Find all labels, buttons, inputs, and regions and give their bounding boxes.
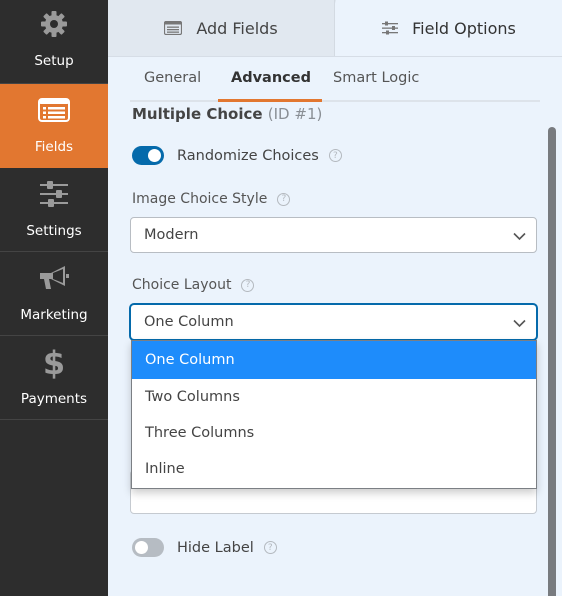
fields-list-icon [0, 94, 108, 126]
field-title: Multiple Choice (ID #1) [132, 105, 322, 123]
dropdown-option-inline[interactable]: Inline [132, 451, 536, 487]
sliders-icon [0, 178, 108, 210]
sidebar-item-label: Setup [34, 53, 74, 69]
list-icon [164, 21, 183, 35]
chevron-down-icon [513, 316, 526, 332]
panel-tabs: Add Fields Field Options [108, 0, 562, 57]
toggle-knob [135, 541, 148, 554]
image-choice-style-label: Image Choice Style [132, 191, 268, 207]
tab-label: Field Options [412, 18, 516, 38]
help-icon[interactable]: ? [277, 192, 291, 206]
gear-icon [0, 8, 108, 40]
tab-label: Add Fields [196, 18, 278, 38]
tab-smart-logic[interactable]: Smart Logic [333, 70, 419, 86]
help-icon[interactable]: ? [328, 149, 342, 162]
field-name: Multiple Choice [132, 105, 263, 123]
sidebar-item-marketing[interactable]: Marketing [0, 252, 108, 336]
hide-label-row: Hide Label ? [132, 538, 277, 557]
sidebar-item-settings[interactable]: Settings [0, 168, 108, 252]
toggle-knob [148, 149, 161, 162]
megaphone-icon [0, 262, 108, 294]
sliders-icon [382, 21, 399, 35]
sidebar-item-fields[interactable]: Fields [0, 84, 108, 168]
chevron-down-icon [513, 229, 526, 245]
choice-layout-select[interactable]: One Column [130, 304, 537, 340]
sidebar-item-label: Payments [20, 391, 88, 407]
sidebar-item-label: Settings [26, 223, 82, 239]
tab-add-fields[interactable]: Add Fields [108, 0, 335, 56]
tab-advanced[interactable]: Advanced [231, 70, 311, 86]
help-icon[interactable]: ? [263, 541, 277, 554]
dollar-icon: $ [0, 345, 108, 379]
dropdown-option-three-columns[interactable]: Three Columns [132, 415, 536, 451]
hide-label-label: Hide Label [177, 539, 254, 556]
randomize-choices-row: Randomize Choices ? [132, 146, 342, 165]
choice-layout-label: Choice Layout [132, 277, 232, 293]
sub-tabs: General Advanced Smart Logic [130, 58, 540, 102]
randomize-choices-label: Randomize Choices [177, 147, 319, 164]
scrollbar-thumb[interactable] [548, 127, 556, 596]
help-icon[interactable]: ? [241, 278, 255, 292]
builder-sidebar: Setup Fields Settings Marketing $ Paymen… [0, 0, 108, 596]
image-choice-style-select[interactable]: Modern [130, 217, 537, 253]
sidebar-item-payments[interactable]: $ Payments [0, 336, 108, 420]
svg-text:$: $ [43, 345, 65, 379]
dropdown-option-one-column[interactable]: One Column [132, 341, 536, 379]
choice-layout-label-row: Choice Layout ? [132, 277, 255, 293]
sidebar-item-label: Marketing [20, 307, 88, 323]
sidebar-item-setup[interactable]: Setup [0, 0, 108, 84]
image-choice-style-label-row: Image Choice Style ? [132, 191, 291, 207]
dropdown-option-two-columns[interactable]: Two Columns [132, 379, 536, 415]
tab-general[interactable]: General [144, 70, 201, 86]
tab-field-options[interactable]: Field Options [336, 0, 562, 56]
select-value: One Column [144, 314, 234, 330]
active-tab-indicator [218, 99, 322, 102]
choice-layout-dropdown: One Column Two Columns Three Columns Inl… [131, 340, 537, 489]
field-id: (ID #1) [267, 105, 323, 123]
randomize-choices-toggle[interactable] [132, 146, 164, 165]
sidebar-item-label: Fields [34, 139, 74, 155]
hide-label-toggle[interactable] [132, 538, 164, 557]
select-value: Modern [144, 227, 199, 243]
